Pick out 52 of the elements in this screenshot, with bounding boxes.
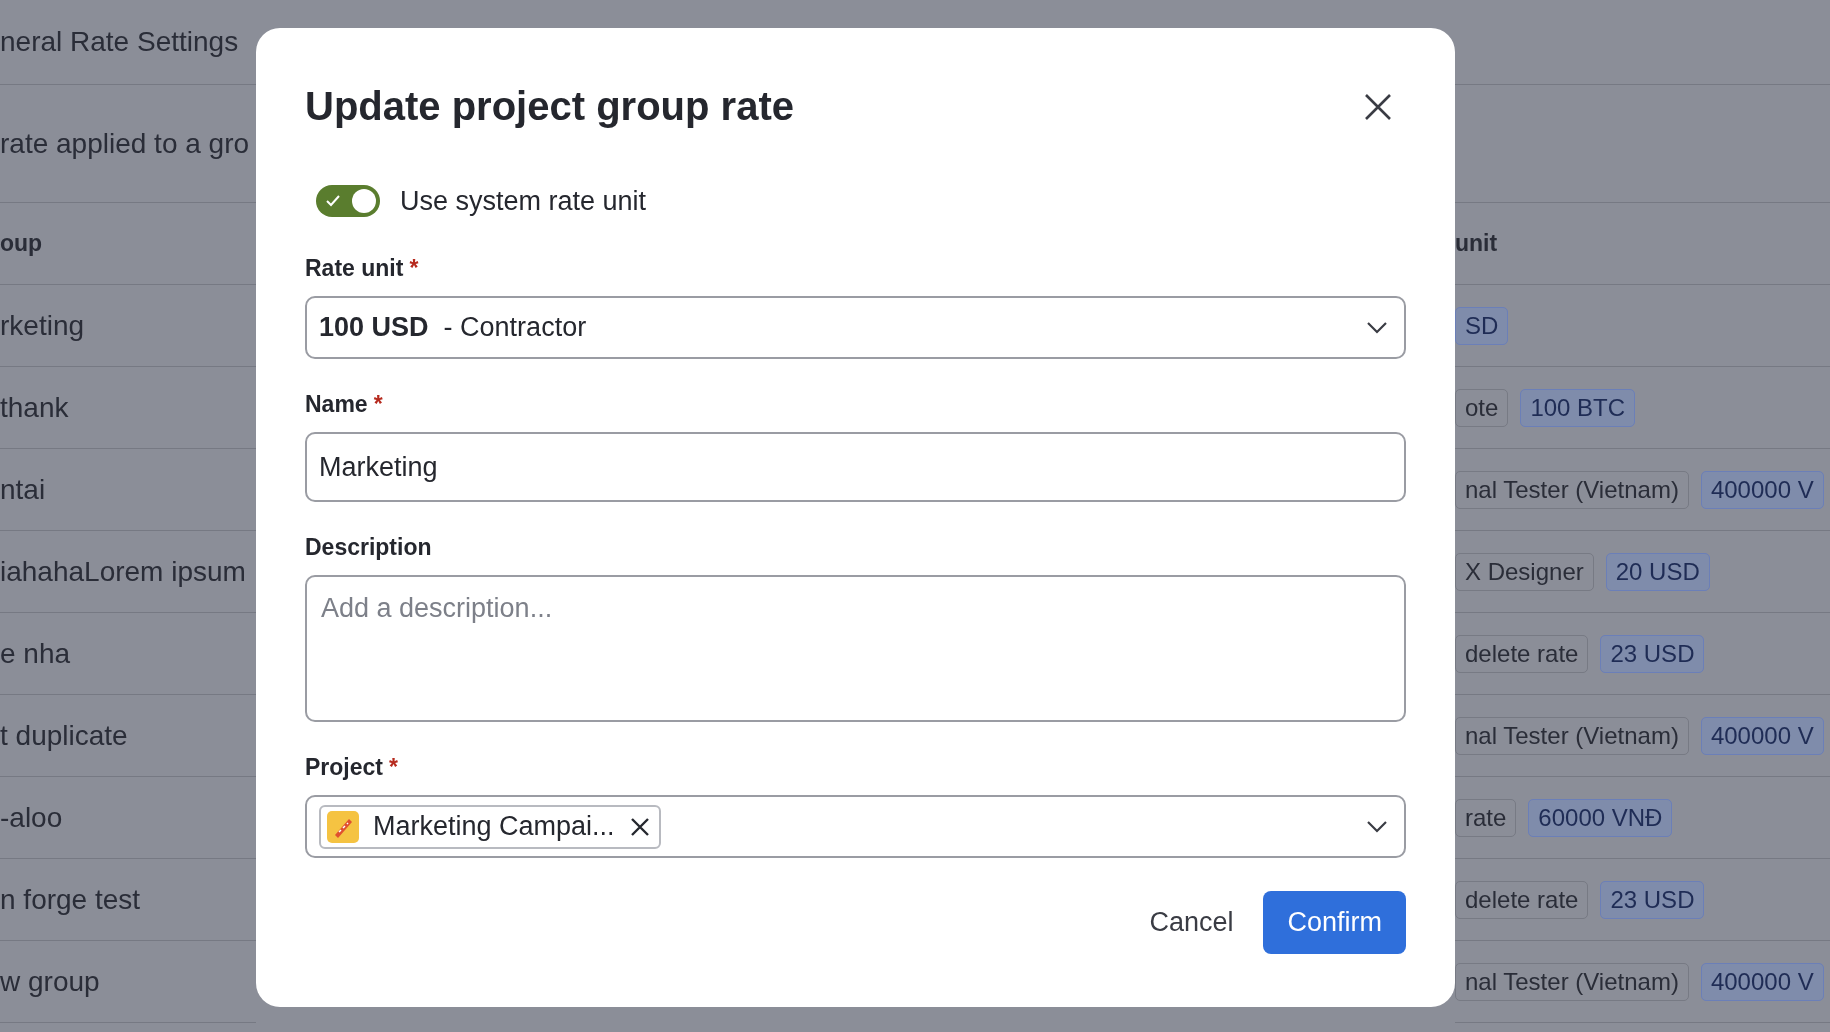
field-label: Project [305,754,383,781]
dialog-title: Update project group rate [305,84,794,129]
field-label: Rate unit [305,255,404,282]
table-cell: w group [0,965,100,998]
rate-tag: 400000 V [1700,716,1824,755]
column-header: unit [1455,230,1498,257]
table-cell: ntai [0,473,46,506]
role-tag: rate [1455,798,1517,837]
name-field[interactable]: Marketing [305,432,1406,502]
project-select[interactable]: Marketing Campai... [305,795,1406,858]
rate-tag: 60000 VNĐ [1528,798,1673,837]
cancel-button[interactable]: Cancel [1149,897,1234,948]
role-tag: delete rate [1455,634,1589,673]
role-tag: X Designer [1455,552,1594,591]
table-cell: thank [0,391,69,424]
chevron-down-icon [1366,819,1388,834]
field-label: Name [305,391,368,418]
rate-tag: 20 USD [1605,552,1710,591]
role-tag: nal Tester (Vietnam) [1455,470,1689,509]
remove-icon[interactable] [628,815,651,838]
field-label: Description [305,534,432,561]
project-chip: Marketing Campai... [319,804,661,849]
required-mark: * [409,255,419,282]
chevron-down-icon [1366,320,1388,335]
table-cell: rketing [0,309,85,342]
page-description: rate applied to a gro [0,127,250,160]
rate-unit-select[interactable]: 100 USD - Contractor [305,296,1406,359]
confirm-button[interactable]: Confirm [1263,891,1406,954]
rate-tag: 400000 V [1700,962,1824,1001]
table-cell: -aloo [0,801,63,834]
page-title: neral Rate Settings [0,26,239,58]
toggle-label: Use system rate unit [400,185,647,217]
description-field[interactable]: Add a description... [305,575,1406,722]
table-cell: t duplicate [0,719,128,752]
required-mark: * [389,754,398,781]
role-tag: ote [1455,388,1509,427]
column-header: oup [0,230,43,257]
rate-tag: 23 USD [1600,880,1705,919]
role-tag: nal Tester (Vietnam) [1455,716,1689,755]
role-tag: nal Tester (Vietnam) [1455,962,1689,1001]
table-cell: iahahaLorem ipsum [0,555,246,588]
project-icon [327,810,359,843]
rate-tag: 100 BTC [1520,388,1636,427]
rate-tag: SD [1455,306,1509,345]
table-cell: n forge test [0,883,141,916]
toggle-switch[interactable] [316,185,380,217]
rate-tag: 400000 V [1700,470,1824,509]
role-tag: delete rate [1455,880,1589,919]
table-cell: e nha [0,637,71,670]
check-icon [325,193,341,209]
rate-tag: 23 USD [1600,634,1705,673]
required-mark: * [373,391,383,418]
